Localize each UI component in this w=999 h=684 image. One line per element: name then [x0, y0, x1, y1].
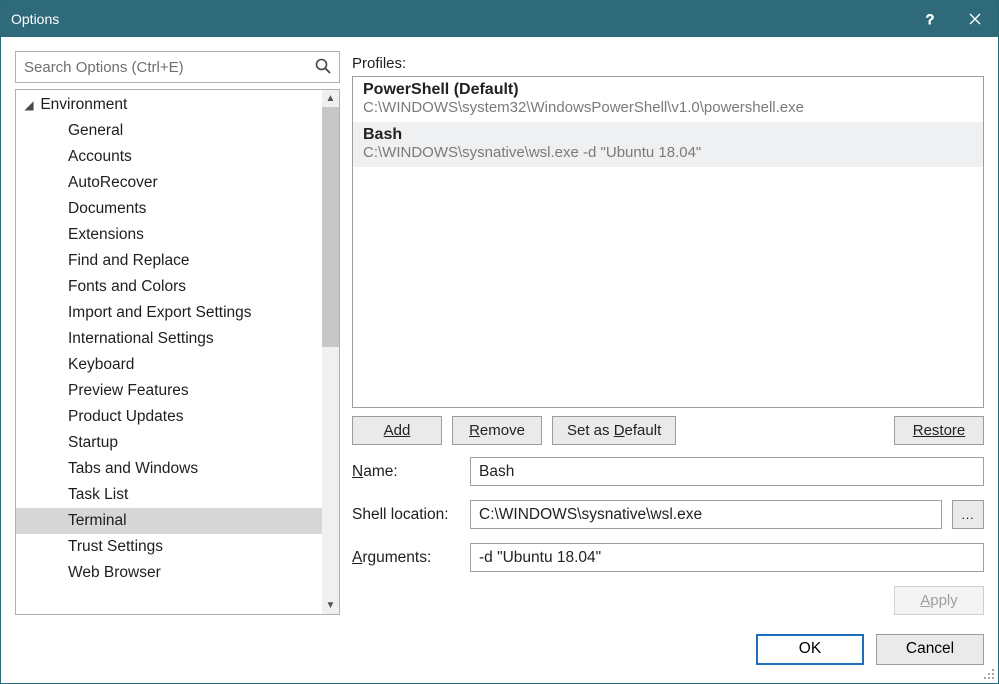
close-icon	[969, 13, 981, 25]
tree-item-tabs-and-windows[interactable]: Tabs and Windows	[16, 456, 322, 482]
add-button[interactable]: Add	[352, 416, 442, 445]
tree-root-label: Environment	[40, 96, 127, 114]
tree-item-preview-features[interactable]: Preview Features	[16, 378, 322, 404]
arguments-label: Arguments:	[352, 549, 460, 567]
shell-location-input[interactable]	[470, 500, 942, 529]
tree-item-accounts[interactable]: Accounts	[16, 144, 322, 170]
profile-name: Bash	[363, 126, 973, 144]
profiles-label: Profiles:	[352, 55, 984, 72]
tree-item-autorecover[interactable]: AutoRecover	[16, 170, 322, 196]
options-dialog: Options ? ◢ EnvironmentGeneralAccountsAu…	[0, 0, 999, 684]
help-button[interactable]: ?	[906, 1, 952, 37]
left-panel: ◢ EnvironmentGeneralAccountsAutoRecoverD…	[15, 51, 340, 615]
tree-scrollbar-thumb[interactable]	[322, 107, 339, 347]
tree-scrollbar[interactable]: ▲ ▼	[322, 90, 339, 614]
shell-location-label: Shell location:	[352, 506, 460, 524]
resize-grip[interactable]	[981, 666, 995, 680]
browse-button[interactable]: ...	[952, 500, 984, 529]
profiles-button-row: Add Remove Set as Default Restore	[352, 416, 984, 445]
tree-item-fonts-and-colors[interactable]: Fonts and Colors	[16, 274, 322, 300]
tree-item-documents[interactable]: Documents	[16, 196, 322, 222]
ok-button[interactable]: OK	[756, 634, 864, 665]
restore-button[interactable]: Restore	[894, 416, 984, 445]
tree-item-startup[interactable]: Startup	[16, 430, 322, 456]
help-icon: ?	[922, 12, 936, 26]
remove-button[interactable]: Remove	[452, 416, 542, 445]
caret-down-icon: ◢	[22, 98, 36, 112]
tree-item-web-browser[interactable]: Web Browser	[16, 560, 322, 586]
right-panel: Profiles: PowerShell (Default)C:\WINDOWS…	[352, 51, 984, 615]
title-bar: Options ?	[1, 1, 998, 37]
profile-path: C:\WINDOWS\sysnative\wsl.exe -d "Ubuntu …	[363, 144, 973, 161]
scroll-down-arrow[interactable]: ▼	[322, 597, 339, 614]
tree-item-terminal[interactable]: Terminal	[16, 508, 322, 534]
profile-name: PowerShell (Default)	[363, 81, 973, 99]
dialog-content: ◢ EnvironmentGeneralAccountsAutoRecoverD…	[1, 37, 998, 623]
tree-item-extensions[interactable]: Extensions	[16, 222, 322, 248]
profile-edit-form: Name: Shell location: ... Arguments:	[352, 457, 984, 572]
tree-item-product-updates[interactable]: Product Updates	[16, 404, 322, 430]
tree-root-environment[interactable]: ◢ Environment	[16, 92, 322, 118]
profile-row[interactable]: BashC:\WINDOWS\sysnative\wsl.exe -d "Ubu…	[353, 122, 983, 167]
arguments-input[interactable]	[470, 543, 984, 572]
tree-item-trust-settings[interactable]: Trust Settings	[16, 534, 322, 560]
tree-item-import-and-export-settings[interactable]: Import and Export Settings	[16, 300, 322, 326]
tree-item-international-settings[interactable]: International Settings	[16, 326, 322, 352]
cancel-button[interactable]: Cancel	[876, 634, 984, 665]
tree-item-find-and-replace[interactable]: Find and Replace	[16, 248, 322, 274]
search-input[interactable]	[15, 51, 340, 83]
name-input[interactable]	[470, 457, 984, 486]
tree-item-task-list[interactable]: Task List	[16, 482, 322, 508]
name-label: Name:	[352, 463, 460, 481]
scroll-up-arrow[interactable]: ▲	[322, 90, 339, 107]
profile-path: C:\WINDOWS\system32\WindowsPowerShell\v1…	[363, 99, 973, 116]
svg-text:?: ?	[926, 12, 934, 26]
options-tree[interactable]: ◢ EnvironmentGeneralAccountsAutoRecoverD…	[15, 89, 340, 615]
tree-item-keyboard[interactable]: Keyboard	[16, 352, 322, 378]
close-button[interactable]	[952, 1, 998, 37]
window-title: Options	[11, 11, 906, 27]
profile-row[interactable]: PowerShell (Default)C:\WINDOWS\system32\…	[353, 77, 983, 122]
tree-item-general[interactable]: General	[16, 118, 322, 144]
profiles-list[interactable]: PowerShell (Default)C:\WINDOWS\system32\…	[352, 76, 984, 408]
set-default-button[interactable]: Set as Default	[552, 416, 676, 445]
apply-button[interactable]: Apply	[894, 586, 984, 615]
dialog-footer: OK Cancel	[1, 623, 998, 683]
